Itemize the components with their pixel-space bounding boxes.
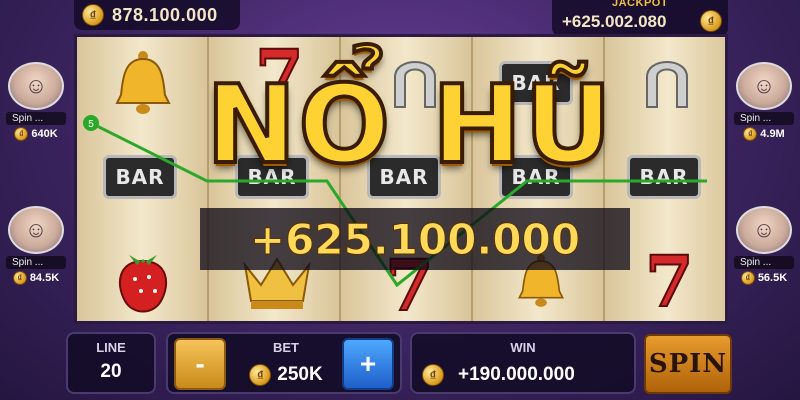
spin-button[interactable]: SPIN: [644, 334, 732, 394]
coin-icon: ₫: [740, 271, 755, 285]
player-coins: ₫ 640K: [4, 127, 68, 141]
player-seat[interactable]: ☺ Spin ... ₫ 56.5K: [732, 206, 796, 285]
coin-icon: ₫: [700, 10, 722, 32]
balance-bar: ₫ 878.100.000: [74, 0, 240, 30]
avatar: ☺: [8, 62, 64, 110]
win-label: WIN: [510, 340, 536, 355]
coin-icon: ₫: [12, 271, 27, 285]
bet-decrease-button[interactable]: -: [174, 338, 226, 390]
avatar: ☺: [736, 206, 792, 254]
player-coins: ₫ 84.5K: [4, 271, 68, 285]
bet-amount: ₫ 250K: [234, 364, 338, 386]
coin-icon: ₫: [249, 364, 272, 386]
win-value: +190.000.000: [458, 364, 575, 385]
win-amount: ₫ +190.000.000: [422, 364, 628, 386]
coin-icon: ₫: [422, 364, 444, 386]
player-seat[interactable]: ☺ Spin ... ₫ 640K: [4, 62, 68, 141]
bet-label: BET: [273, 340, 299, 355]
player-name: Spin ...: [734, 112, 794, 125]
jackpot-banner-title: NỔ HŨ: [204, 61, 614, 190]
bet-panel: - BET ₫ 250K +: [166, 332, 402, 394]
jackpot-value: +625.002.080: [562, 12, 667, 31]
line-value: 20: [100, 361, 122, 382]
player-seat[interactable]: ☺ Spin ... ₫ 4.9M: [732, 62, 796, 141]
bet-increase-button[interactable]: +: [342, 338, 394, 390]
coin-icon: ₫: [743, 127, 758, 141]
win-panel: WIN ₫ +190.000.000: [410, 332, 636, 394]
line-panel[interactable]: LINE 20: [66, 332, 156, 394]
bet-value: 250K: [277, 364, 323, 385]
jackpot-banner-amount: +625.100.000: [249, 214, 581, 264]
line-label: LINE: [96, 340, 126, 355]
player-name: Spin ...: [6, 256, 66, 269]
avatar: ☺: [8, 206, 64, 254]
player-coins: ₫ 4.9M: [732, 127, 796, 141]
jackpot-box: JACKPOT +625.002.080 ₫: [552, 0, 728, 36]
coin-icon: ₫: [82, 4, 104, 26]
avatar: ☺: [736, 62, 792, 110]
player-coins: ₫ 56.5K: [732, 271, 796, 285]
coin-icon: ₫: [14, 127, 29, 141]
jackpot-label: JACKPOT: [612, 0, 669, 9]
svg-text:5: 5: [88, 119, 94, 130]
player-name: Spin ...: [6, 112, 66, 125]
balance-value: 878.100.000: [112, 4, 218, 25]
player-seat[interactable]: ☺ Spin ... ₫ 84.5K: [4, 206, 68, 285]
player-name: Spin ...: [734, 256, 794, 269]
